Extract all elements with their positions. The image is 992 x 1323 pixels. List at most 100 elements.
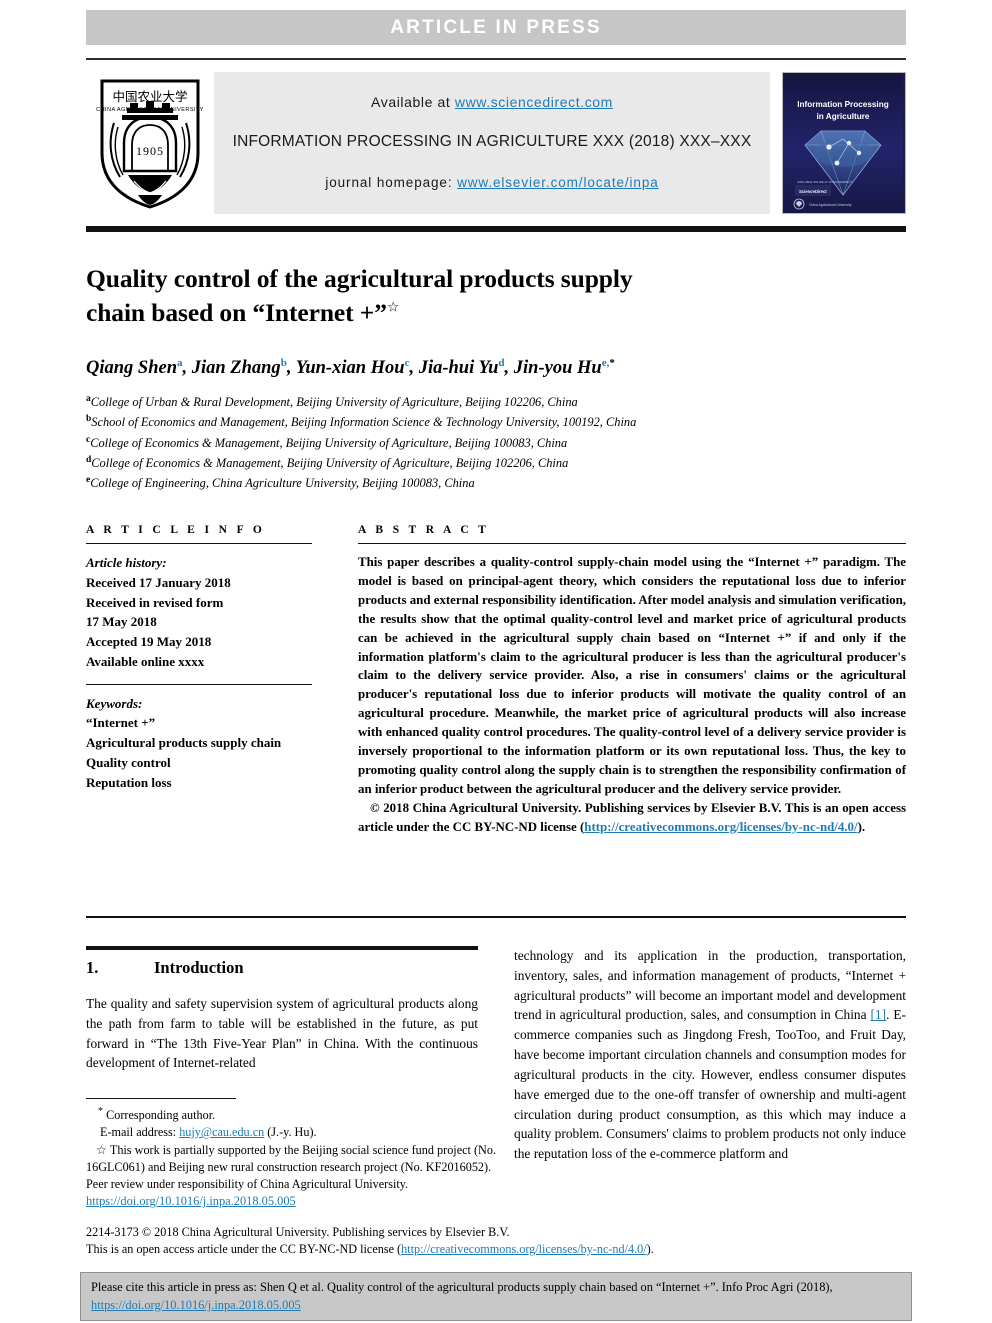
email-note: E-mail address: hujy@cau.edu.cn (J.-y. H… [86,1124,496,1141]
affiliation-text: College of Urban & Rural Development, Be… [90,395,578,410]
keyword-item: Quality control [86,754,171,770]
copyright-block: 2214-3173 © 2018 China Agricultural Univ… [86,1224,786,1258]
funding-note: ☆ This work is partially supported by th… [86,1142,496,1176]
section-heading-introduction: 1. Introduction [86,958,478,978]
title-block: Quality control of the agricultural prod… [86,262,786,379]
doi-link[interactable]: https://doi.org/10.1016/j.inpa.2018.05.0… [86,1194,296,1208]
abstract-body: This paper describes a quality-control s… [358,553,906,837]
article-in-press-label: ARTICLE IN PRESS [390,16,602,38]
info-abstract-section: A R T I C L E I N F O Article history: R… [86,524,906,837]
intro-left-text: The quality and safety supervision syste… [86,994,478,1073]
journal-title-line: INFORMATION PROCESSING IN AGRICULTURE XX… [232,133,752,151]
body-column-right: technology and its application in the pr… [514,946,906,1164]
author-name: Yun-xian Hou [295,358,405,378]
article-info-column: A R T I C L E I N F O Article history: R… [86,524,334,837]
paper-title-line2: chain based on “Internet +” [86,298,387,328]
journal-cover-thumbnail: Information Processing in Agriculture AV… [782,72,906,214]
license-line: This is an open access article under the… [86,1241,786,1258]
corresponding-author-mark: * [609,356,615,369]
paper-title-line1: Quality control of the agricultural prod… [86,264,633,293]
author-name: Qiang Shen [86,358,177,378]
author-affil-mark: d [498,356,505,369]
funding-text: This work is partially supported by the … [86,1142,496,1174]
cau-shield-icon: 中国农业大学 CHINA AGRICULTURAL UNIVERSITY 190… [96,79,203,209]
journal-header: 中国农业大学 CHINA AGRICULTURAL UNIVERSITY 190… [86,58,906,232]
svg-text:China Agricultural University: China Agricultural University [809,203,852,207]
available-at-line: Available at www.sciencedirect.com [371,94,613,110]
svg-text:ScienceDirect: ScienceDirect [799,189,827,194]
license-link[interactable]: http://creativecommons.org/licenses/by-n… [401,1242,647,1256]
license-prefix: This is an open access article under the… [86,1241,402,1256]
cc-license-link[interactable]: http://creativecommons.org/licenses/by-n… [584,820,857,834]
header-bottom-rule [86,226,906,232]
affiliation-text: College of Economics & Management, Beiji… [90,435,568,450]
footnote-rule [86,1098,236,1099]
keyword-item: Reputation loss [86,774,172,790]
author-name: Jia-hui Yu [418,358,499,378]
page-title: Quality control of the agricultural prod… [86,262,786,331]
article-history-item: Accepted 19 May 2018 [86,634,212,649]
abstract-paragraph: This paper describes a quality-control s… [358,555,906,796]
cau-logo: 中国农业大学 CHINA AGRICULTURAL UNIVERSITY 190… [86,72,214,214]
footnote-block: * Corresponding author. E-mail address: … [86,1098,496,1210]
affiliation-item: cCollege of Economics & Management, Beij… [86,433,886,453]
affiliation-item: eCollege of Engineering, China Agricultu… [86,473,886,493]
available-at-prefix: Available at [371,93,455,110]
keywords-label: Keywords: [86,695,143,711]
reference-link-1[interactable]: [1] [870,1007,886,1022]
article-info-label: A R T I C L E I N F O [86,524,266,536]
email-label: E-mail address: [100,1124,180,1139]
cite-text: Please cite this article in press as: Sh… [91,1280,833,1294]
author-item: Jia-hui Yud [418,356,505,378]
license-suffix: ). [646,1241,654,1256]
paper-page: ARTICLE IN PRESS 中国农业大学 CHINA AGRICULTUR… [0,0,992,1323]
svg-text:Information Processing: Information Processing [797,100,888,109]
email-suffix: (J.-y. Hu). [264,1124,317,1139]
cite-doi-link[interactable]: https://doi.org/10.1016/j.inpa.2018.05.0… [91,1298,301,1312]
journal-homepage-line: journal homepage: www.elsevier.com/locat… [325,175,658,190]
corresponding-marker: * [98,1106,104,1117]
abstract-rule [358,543,906,544]
author-item: Jian Zhangb [191,356,287,378]
author-name: Jian Zhang [191,358,281,378]
cover-artwork: Information Processing in Agriculture AV… [783,73,903,213]
cite-this-article-box: Please cite this article in press as: Sh… [80,1272,912,1322]
issn-copyright-line: 2214-3173 © 2018 China Agricultural Univ… [86,1225,510,1239]
header-top-rule [86,58,906,60]
intro-right-part1: technology and its application in the pr… [514,948,906,1023]
article-in-press-banner: ARTICLE IN PRESS [86,10,906,45]
affiliation-text: School of Economics and Management, Beij… [91,415,637,430]
author-list: Qiang Shena, Jian Zhangb, Yun-xian Houc,… [86,356,615,378]
abstract-column: A B S T R A C T This paper describes a q… [334,524,906,837]
article-history-item: Available online xxxx [86,653,205,669]
section-top-rule [86,946,478,950]
affiliation-text: College of Economics & Management, Beiji… [91,456,569,471]
affiliation-item: bSchool of Economics and Management, Bei… [86,412,886,432]
article-history-item: Received 17 January 2018 [86,574,231,590]
keyword-item: “Internet +” [86,715,156,731]
author-item: Yun-xian Houc [295,357,410,378]
affiliation-list: aCollege of Urban & Rural Development, B… [86,392,886,494]
intro-right-part2: . E-commerce companies such as Jingdong … [514,1007,906,1162]
affiliation-text: College of Engineering, China Agricultur… [90,476,475,491]
abstract-label: A B S T R A C T [358,524,490,536]
corresponding-text: Corresponding author. [106,1108,216,1123]
article-history-item: Received in revised form [86,594,224,610]
email-link[interactable]: hujy@cau.edu.cn [179,1125,264,1139]
journal-homepage-link[interactable]: www.elsevier.com/locate/inpa [457,175,659,190]
section-number: 1. [86,958,99,977]
svg-text:in Agriculture: in Agriculture [817,112,870,121]
article-history-item: 17 May 2018 [86,614,157,630]
doi-line: https://doi.org/10.1016/j.inpa.2018.05.0… [86,1193,496,1210]
corresponding-author-note: * Corresponding author. [86,1105,496,1124]
keywords-rule [86,683,312,685]
abstract-copyright: © 2018 China Agricultural University. Pu… [358,799,906,837]
title-footnote-marker: ☆ [386,300,400,316]
journal-masthead: Available at www.sciencedirect.com INFOR… [214,72,770,214]
abstract-copyright-suffix: ). [857,819,866,834]
affiliation-item: dCollege of Economics & Management, Beij… [86,453,886,473]
svg-text:AVAILABLE ONLINE AT SCIENCEDIR: AVAILABLE ONLINE AT SCIENCEDIRECT [797,180,852,184]
peer-review-note: Peer review under responsibility of Chin… [86,1177,409,1192]
sciencedirect-link[interactable]: www.sciencedirect.com [455,94,613,110]
author-affil-mark: b [280,356,287,369]
